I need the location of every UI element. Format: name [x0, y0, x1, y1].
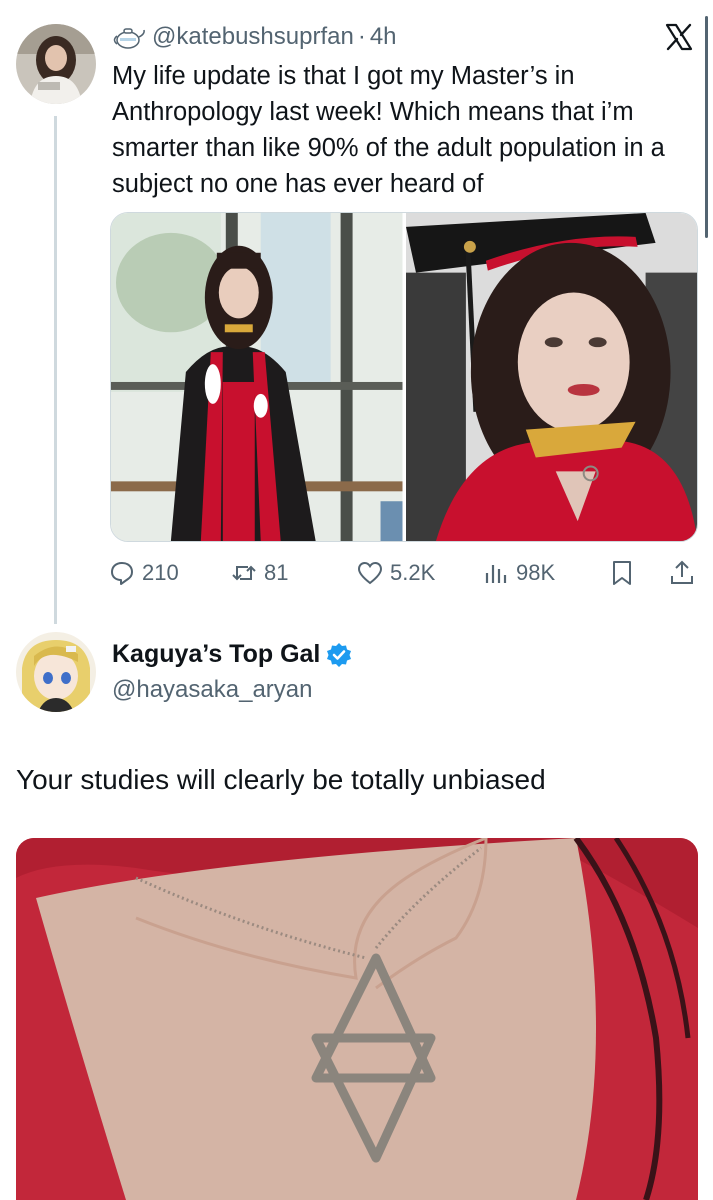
retweet-icon [232, 565, 256, 581]
retweet-count: 81 [264, 560, 289, 585]
reply-author-name-row[interactable]: Kaguya’s Top Gal [112, 640, 352, 669]
original-author-avatar[interactable] [16, 24, 96, 104]
like-action[interactable]: 5.2K [356, 556, 435, 590]
bookmark-icon [613, 561, 631, 585]
views-action[interactable]: 98K [482, 556, 555, 590]
tweet-timestamp[interactable]: 4h [370, 23, 397, 51]
x-logo-icon[interactable] [664, 22, 694, 52]
tweet-photo-2[interactable] [405, 213, 697, 541]
reply-author-avatar[interactable] [16, 632, 96, 712]
original-author-handle[interactable]: @katebushsuprfan [152, 23, 354, 51]
original-tweet-text: My life update is that I got my Master’s… [112, 62, 665, 198]
graduation-photo-selfie [405, 213, 697, 541]
like-count: 5.2K [390, 560, 436, 585]
teapot-icon [113, 28, 145, 49]
retweet-action[interactable]: 81 [230, 556, 288, 590]
reply-tweet-media[interactable] [16, 838, 698, 1200]
reply-author-display-name: Kaguya’s Top Gal [112, 640, 321, 668]
original-tweet-media[interactable] [110, 212, 698, 542]
necklace-closeup-photo [16, 838, 698, 1200]
header-separator: · [357, 23, 366, 50]
thread-connector-line [54, 116, 57, 624]
reply-icon [111, 562, 133, 585]
share-action[interactable] [668, 556, 696, 590]
avatar-image [16, 24, 96, 104]
original-tweet-header: @katebushsuprfan · 4h [112, 20, 397, 54]
graduation-photo-window [111, 213, 403, 541]
views-icon [485, 565, 507, 583]
heart-icon [357, 561, 383, 585]
views-count: 98K [516, 560, 556, 585]
reply-action[interactable]: 210 [108, 556, 179, 590]
tweet-action-bar: 210 81 5.2K 98K [108, 556, 702, 590]
reply-author-handle[interactable]: @hayasaka_aryan [112, 676, 312, 704]
scroll-indicator[interactable] [705, 16, 708, 238]
avatar-image [16, 632, 96, 712]
share-icon [671, 560, 693, 584]
reply-tweet-text: Your studies will clearly be totally unb… [16, 764, 546, 795]
bookmark-action[interactable] [608, 556, 636, 590]
tweet-photo-1[interactable] [111, 213, 403, 541]
verified-badge-icon [327, 642, 352, 667]
reply-count: 210 [142, 560, 179, 585]
